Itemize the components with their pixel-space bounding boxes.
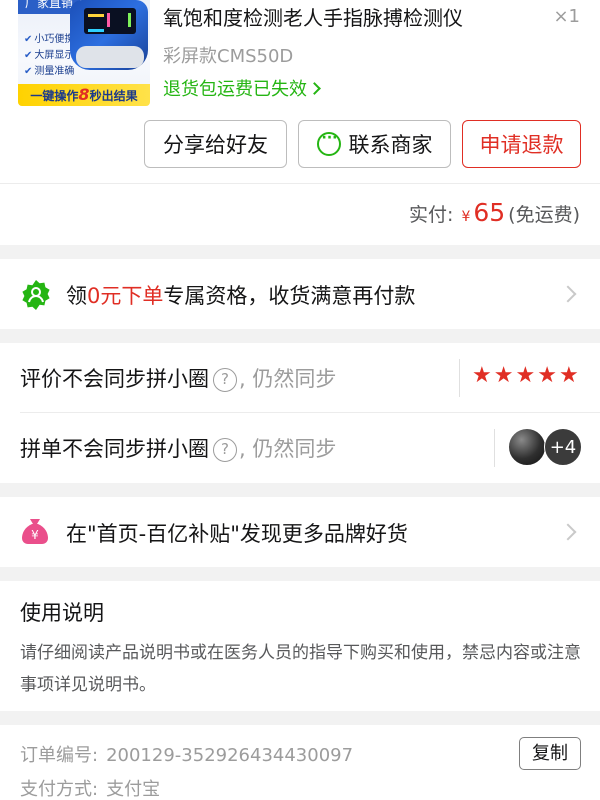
thumbnail-feature: 小巧便携 [24,30,74,45]
star-icon: ★ [515,363,536,388]
product-thumbnail[interactable]: 厂家直销 小巧便携 大屏显示 测量准确 一键操作8秒出结果 [18,0,150,106]
copy-button[interactable]: 复制 [519,737,581,770]
paid-amount-line: 实付: ¥ 65 (免运费) [409,198,580,227]
order-number: 200129-352926434430097 [106,745,354,766]
share-button[interactable]: 分享给好友 [144,120,287,168]
review-sync-action[interactable]: , 仍然同步 [239,367,336,391]
share-button-label: 分享给好友 [163,133,268,157]
thumbnail-feature: 测量准确 [24,62,74,77]
payment-method-row: 支付方式: 支付宝 [20,775,160,800]
review-stars[interactable]: ★ ★ ★ ★ ★ [472,364,579,388]
usage-body: 请仔细阅读产品说明书或在医务人员的指导下购买和使用，禁忌内容或注意事项详见说明书… [20,643,581,695]
group-members[interactable]: +4 [508,428,588,468]
subsidy-text: 在"首页-百亿补贴"发现更多品牌好货 [66,522,408,546]
order-info: 订单编号: 200129-352926434430097 复制 支付方式: 支付宝 [0,725,600,800]
return-shipping-text: 退货包运费已失效 [163,79,307,100]
subsidy-row[interactable]: ¥ 在"首页-百亿补贴"发现更多品牌好货 [0,497,600,567]
thumbnail-slogan: 一键操作8秒出结果 [18,84,150,106]
product-quantity: ×1 [553,6,580,27]
avatar [508,428,546,466]
refund-button[interactable]: 申请退款 [462,120,581,168]
product-title[interactable]: 氧饱和度检测老人手指脉搏检测仪 [163,4,533,32]
usage-title: 使用说明 [20,601,104,625]
star-icon: ★ [537,363,557,388]
review-sync-label: 评价不会同步拼小圈?, 仍然同步 [20,367,337,392]
payment-method: 支付宝 [106,779,161,800]
zero-yuan-promo-row[interactable]: 领0元下单专属资格，收货满意再付款 [0,259,600,329]
promo-highlight: 0元下单 [87,284,164,308]
help-icon[interactable]: ? [213,368,237,392]
oximeter-image [70,0,148,70]
paid-label: 实付: [409,204,454,226]
order-number-label: 订单编号: [20,745,99,766]
contact-merchant-button[interactable]: 联系商家 [298,120,451,168]
contact-button-label: 联系商家 [348,133,433,157]
star-icon: ★ [472,363,492,388]
chevron-right-icon [308,82,321,95]
group-sync-row: 拼单不会同步拼小圈?, 仍然同步 +4 [0,413,600,483]
help-icon[interactable]: ? [213,438,237,462]
product-spec: 彩屏款CMS50D [163,46,294,67]
chat-icon [316,130,341,156]
payment-summary: 实付: ¥ 65 (免运费) [0,183,600,245]
payment-method-label: 支付方式: [20,779,99,800]
order-number-row: 订单编号: 200129-352926434430097 [20,741,353,767]
star-icon: ★ [493,363,514,388]
more-members-badge: +4 [544,428,582,466]
badge-user-icon [22,280,50,310]
sync-settings: 评价不会同步拼小圈?, 仍然同步 ★ ★ ★ ★ ★ 拼单不会同步拼小圈?, 仍… [0,343,600,483]
thumbnail-feature: 大屏显示 [24,46,74,61]
promo-text: 领0元下单专属资格，收货满意再付款 [66,284,416,308]
paid-amount: 65 [473,198,506,227]
usage-instructions: 使用说明 请仔细阅读产品说明书或在医务人员的指导下购买和使用，禁忌内容或注意事项… [0,581,600,711]
group-sync-action[interactable]: , 仍然同步 [239,437,336,461]
refund-button-label: 申请退款 [479,133,564,157]
chevron-right-icon [559,523,577,541]
currency-symbol: ¥ [461,209,471,225]
product-card: 厂家直销 小巧便携 大屏显示 测量准确 一键操作8秒出结果 氧饱和度检测老人手指… [0,0,600,183]
shipping-note: (免运费) [508,204,580,226]
chevron-right-icon [559,285,577,303]
star-icon: ★ [558,363,579,388]
svg-text:¥: ¥ [31,528,39,542]
divider [494,429,495,467]
divider [459,359,460,397]
group-sync-label: 拼单不会同步拼小圈?, 仍然同步 [20,437,337,462]
review-sync-row: 评价不会同步拼小圈?, 仍然同步 ★ ★ ★ ★ ★ [20,343,600,413]
money-bag-icon: ¥ [22,519,48,544]
return-shipping-link[interactable]: 退货包运费已失效 [163,75,321,101]
